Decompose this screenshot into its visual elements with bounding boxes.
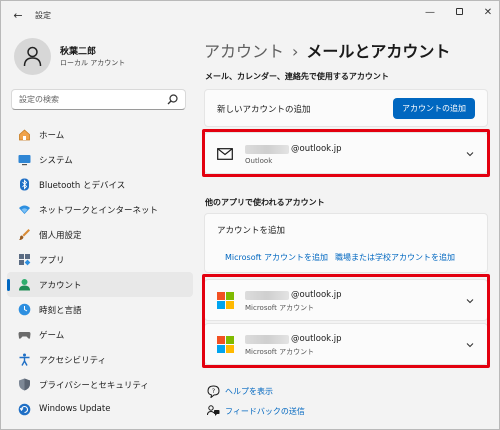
home-icon xyxy=(19,129,30,141)
sidebar-item-label: システム xyxy=(39,156,73,166)
page-title: メールとアカウント xyxy=(306,42,451,61)
sidebar-item-gaming[interactable]: ゲーム xyxy=(7,322,193,347)
highlight-box xyxy=(202,129,490,177)
help-link-label: ヘルプを表示 xyxy=(225,387,273,396)
sidebar-item-label: アプリ xyxy=(39,256,65,266)
sidebar-item-label: ゲーム xyxy=(39,331,65,341)
settings-window: ← 設定 — ✕ 秋葉二郎 ローカル アカウント 設定の検索 ホーム システム … xyxy=(0,0,500,430)
breadcrumb: アカウント › メールとアカウント xyxy=(204,38,450,62)
feedback-link-label: フィードバックの送信 xyxy=(225,407,305,416)
sidebar-item-label: Windows Update xyxy=(39,404,111,414)
sidebar-item-apps[interactable]: アプリ xyxy=(7,247,193,272)
sidebar-item-system[interactable]: システム xyxy=(7,147,193,172)
settings-search-input[interactable]: 設定の検索 xyxy=(11,89,186,110)
add-microsoft-account-link[interactable]: Microsoft アカウントを追加 xyxy=(225,252,328,263)
person-icon xyxy=(23,46,42,67)
add-account-button[interactable]: アカウントの追加 xyxy=(393,98,475,119)
highlight-box xyxy=(202,274,490,368)
sidebar-item-label: 個人用設定 xyxy=(39,231,82,241)
user-profile[interactable]: 秋葉二郎 ローカル アカウント xyxy=(14,38,194,78)
breadcrumb-separator: › xyxy=(292,42,299,61)
shield-icon xyxy=(19,378,30,391)
sidebar-item-network[interactable]: ネットワークとインターネット xyxy=(7,197,193,222)
add-account-label: 新しいアカウントの追加 xyxy=(217,105,311,115)
sidebar-item-home[interactable]: ホーム xyxy=(7,122,193,147)
windows-update-icon xyxy=(18,403,31,416)
sidebar-item-bluetooth[interactable]: Bluetooth とデバイス xyxy=(7,172,193,197)
sidebar-item-label: Bluetooth とデバイス xyxy=(39,181,126,191)
sidebar-item-time-language[interactable]: 時刻と言語 xyxy=(7,297,193,322)
sidebar-item-label: ネットワークとインターネット xyxy=(39,206,159,216)
close-button[interactable]: ✕ xyxy=(477,5,499,21)
help-icon: ? xyxy=(207,385,220,398)
accessibility-icon xyxy=(19,353,30,366)
sidebar-item-windows-update[interactable]: Windows Update xyxy=(7,397,193,422)
sidebar-item-privacy[interactable]: プライバシーとセキュリティ xyxy=(7,372,193,397)
sidebar-nav: ホーム システム Bluetooth とデバイス ネットワークとインターネット xyxy=(1,122,196,422)
network-icon xyxy=(19,205,30,214)
title-bar: ← 設定 — ✕ xyxy=(1,1,499,31)
gaming-icon xyxy=(18,332,31,339)
personalization-icon xyxy=(19,229,30,240)
email-section-title: メール、カレンダー、連絡先で使用するアカウント xyxy=(205,72,389,81)
sidebar-item-accessibility[interactable]: アクセシビリティ xyxy=(7,347,193,372)
feedback-icon xyxy=(207,405,220,416)
add-account-card: 新しいアカウントの追加 アカウントの追加 xyxy=(204,89,488,127)
sidebar-item-label: ホーム xyxy=(39,131,65,141)
sidebar-item-label: アカウント xyxy=(39,281,82,291)
sidebar-item-label: プライバシーとセキュリティ xyxy=(39,381,149,391)
sidebar-item-personalization[interactable]: 個人用設定 xyxy=(7,222,193,247)
sidebar-item-label: アクセシビリティ xyxy=(39,356,107,366)
user-name: 秋葉二郎 xyxy=(60,47,97,57)
time-language-icon xyxy=(18,303,31,316)
system-icon xyxy=(18,155,31,166)
other-section-title: 他のアプリで使われるアカウント xyxy=(205,198,325,207)
svg-text:?: ? xyxy=(212,387,215,395)
maximize-icon xyxy=(455,8,463,15)
back-button[interactable]: ← xyxy=(11,9,25,23)
search-placeholder: 設定の検索 xyxy=(19,95,59,104)
breadcrumb-parent[interactable]: アカウント xyxy=(204,42,284,61)
sidebar-item-label: 時刻と言語 xyxy=(39,306,82,316)
maximize-button[interactable] xyxy=(448,5,470,21)
add-work-account-link[interactable]: 職場または学校アカウントを追加 xyxy=(335,252,455,263)
apps-icon xyxy=(19,254,31,266)
avatar xyxy=(14,38,51,75)
search-icon xyxy=(167,94,178,105)
minimize-button[interactable]: — xyxy=(419,5,441,21)
accounts-icon xyxy=(19,279,30,291)
add-other-account-card: アカウントを追加 Microsoft アカウントを追加 職場または学校アカウント… xyxy=(204,213,488,273)
sidebar-item-accounts[interactable]: アカウント xyxy=(7,272,193,297)
account-type: ローカル アカウント xyxy=(60,59,126,67)
add-other-account-label: アカウントを追加 xyxy=(217,226,286,236)
bluetooth-icon xyxy=(20,178,29,191)
window-title: 設定 xyxy=(35,11,51,20)
